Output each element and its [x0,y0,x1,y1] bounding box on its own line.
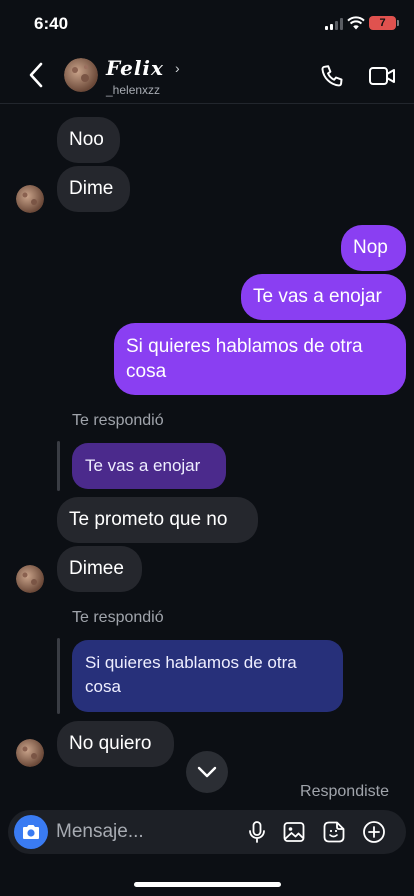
status-bar: 6:40 7 [0,0,414,48]
microphone-icon[interactable] [245,820,269,844]
avatar [16,185,44,213]
status-time: 6:40 [34,14,69,33]
message-incoming[interactable]: Noo [57,117,120,163]
add-circle-icon[interactable] [362,820,386,844]
avatar [16,565,44,593]
contact-name[interactable]: Felix [106,56,164,80]
reply-bar [57,441,60,491]
chevron-down-icon [197,766,217,778]
reply-label: Te respondió [72,609,164,626]
signal-icon [325,18,343,30]
wifi-icon [347,16,365,30]
scroll-to-bottom-button[interactable] [186,751,228,793]
avatar [16,739,44,767]
message-input[interactable] [56,817,236,847]
camera-icon [23,825,39,839]
quoted-message[interactable]: Te vas a enojar [72,443,226,489]
message-outgoing[interactable]: Te vas a enojar [241,274,406,320]
sticker-icon[interactable] [322,820,346,844]
home-indicator [134,882,281,887]
avatar[interactable] [64,58,98,92]
message-composer [8,810,406,854]
message-incoming[interactable]: Dimee [57,546,142,592]
camera-button[interactable] [14,815,48,849]
message-outgoing[interactable]: Si quieres hablamos de otra cosa [114,323,406,395]
reply-bar [57,638,60,714]
video-camera-icon[interactable] [368,64,396,88]
contact-username: _helenxzz [106,83,161,97]
message-incoming[interactable]: Dime [57,166,130,212]
message-outgoing[interactable]: Nop [341,225,406,271]
chevron-right-icon: › [175,60,180,76]
battery-icon: 7 [369,16,399,30]
chat-header: Felix › _helenxzz [0,48,414,104]
replied-label: Respondiste [300,783,389,800]
phone-icon[interactable] [319,63,345,89]
back-icon[interactable] [24,60,48,90]
message-list[interactable]: Noo Dime Nop Te vas a enojar Si quieres … [0,104,414,804]
quoted-message[interactable]: Si quieres hablamos de otra cosa [72,640,343,712]
message-incoming[interactable]: No quiero [57,721,174,767]
gallery-icon[interactable] [282,820,306,844]
message-incoming[interactable]: Te prometo que no [57,497,258,543]
reply-label: Te respondió [72,412,164,429]
